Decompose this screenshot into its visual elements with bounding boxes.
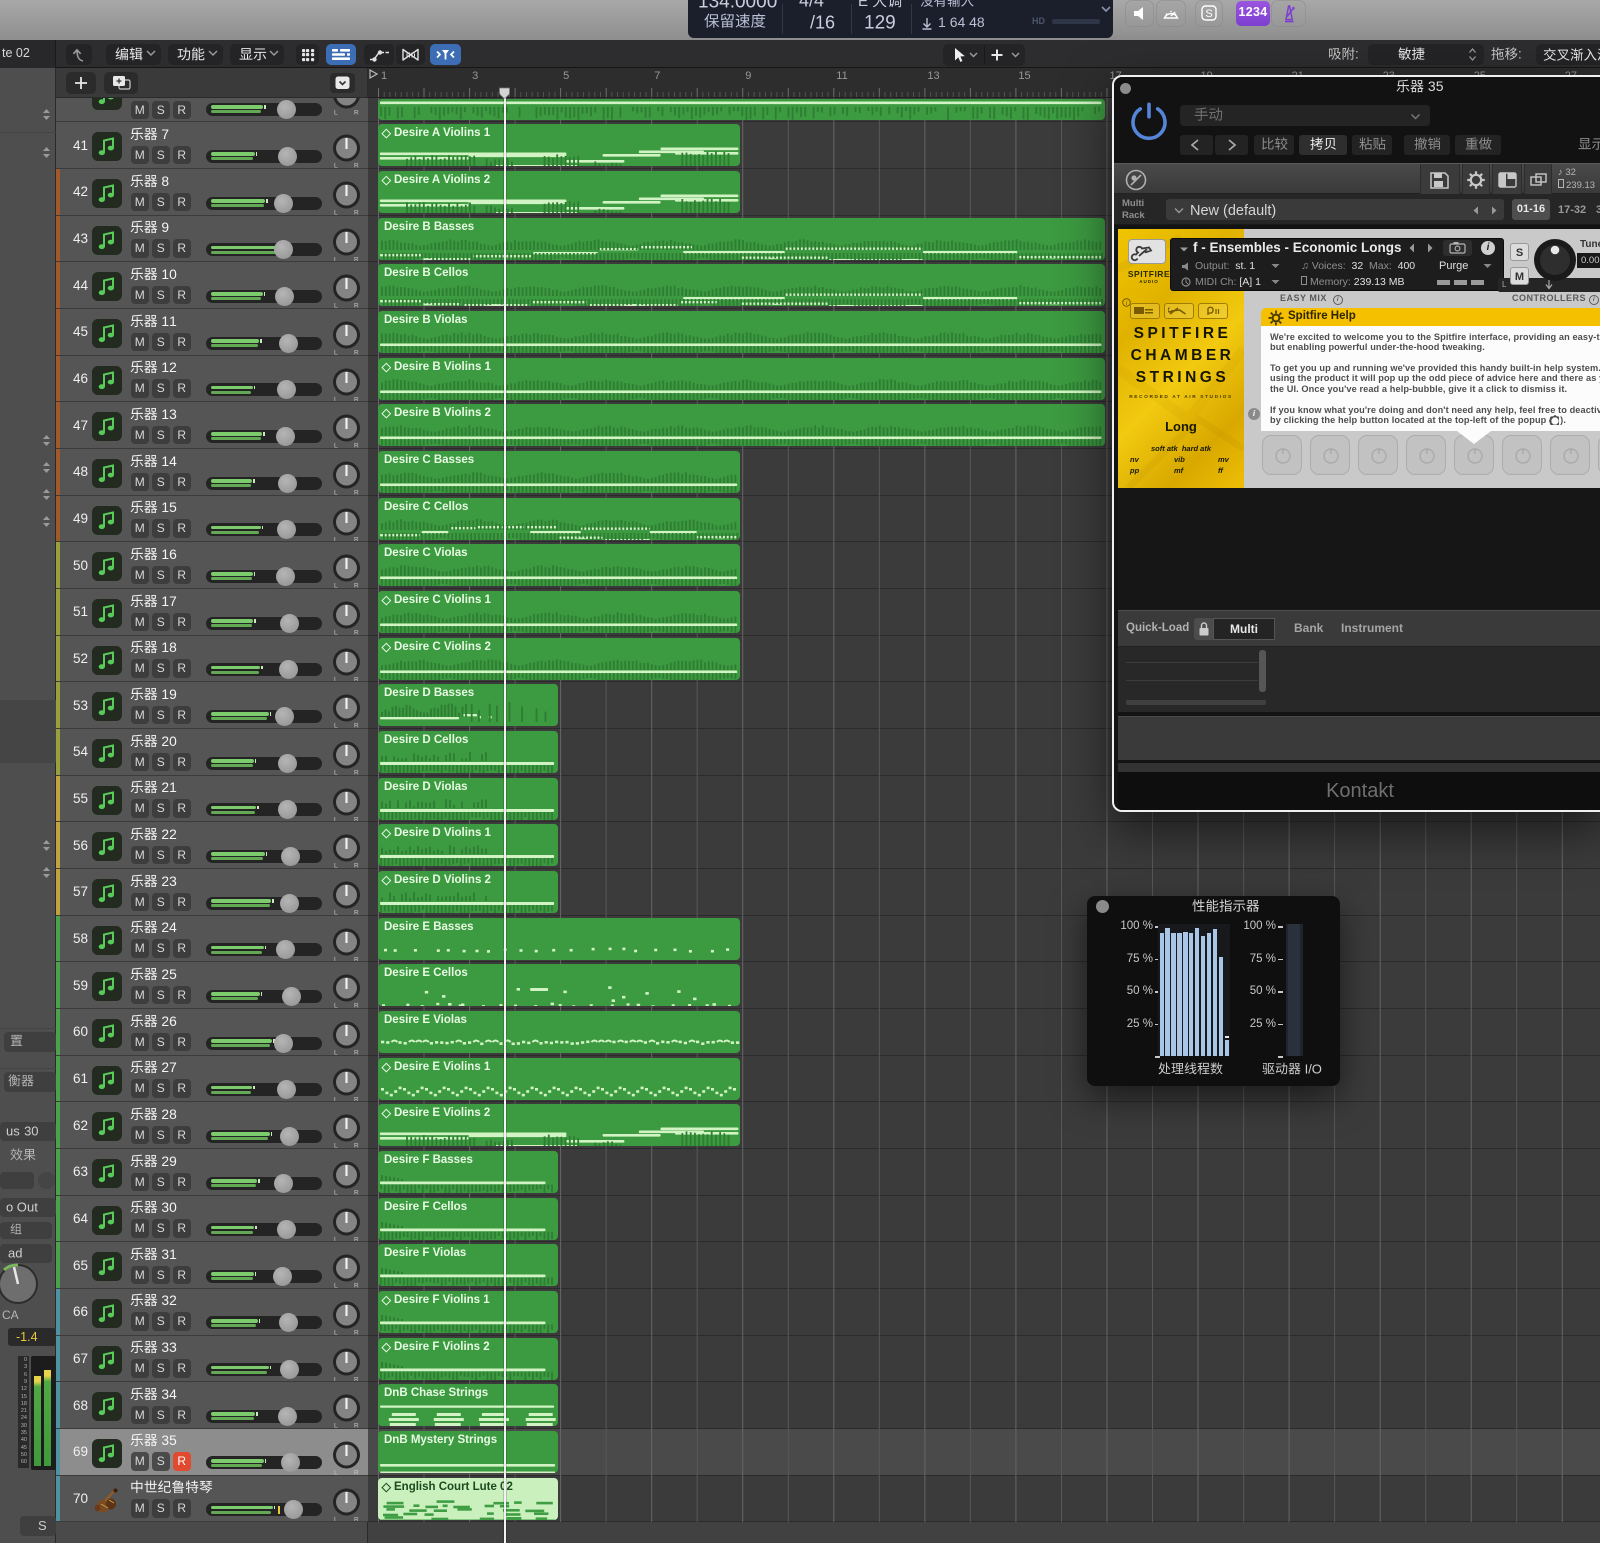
svg-text:4: 4 [799, 0, 809, 11]
svg-text:2: 2 [169, 1293, 177, 1308]
svg-text:1: 1 [698, 0, 709, 13]
svg-text:1: 1 [161, 500, 169, 515]
svg-text:6: 6 [950, 14, 958, 30]
svg-text:S: S [1205, 8, 1212, 20]
svg-text:0: 0 [31, 1123, 38, 1138]
svg-text:1: 1 [161, 314, 169, 329]
svg-text:R: R [354, 110, 359, 117]
svg-text:9: 9 [169, 687, 177, 702]
svg-text:L: L [334, 110, 338, 117]
svg-text:3: 3 [169, 407, 177, 422]
svg-text:0: 0 [767, 0, 778, 13]
svg-text:1: 1 [864, 13, 875, 34]
svg-text:1: 1 [169, 780, 177, 795]
svg-text:2: 2 [161, 874, 169, 889]
svg-text:O: O [1312, 1061, 1322, 1076]
svg-text:7: 7 [161, 127, 169, 142]
svg-text:0: 0 [169, 267, 177, 282]
svg-text:3: 3 [169, 1340, 177, 1355]
svg-text:2: 2 [169, 827, 177, 842]
svg-text:1: 1 [169, 1247, 177, 1262]
svg-text:t: t [34, 1199, 38, 1214]
svg-text:2: 2 [161, 1060, 169, 1075]
svg-text:0: 0 [756, 0, 767, 13]
svg-text:8: 8 [161, 174, 169, 189]
svg-text:4: 4 [169, 454, 177, 469]
svg-text:s: s [13, 1123, 20, 1138]
svg-text:1: 1 [161, 547, 169, 562]
svg-text:8: 8 [169, 640, 177, 655]
svg-text:1: 1 [161, 407, 169, 422]
svg-text:0: 0 [735, 0, 746, 13]
svg-text:1: 1 [161, 687, 169, 702]
svg-text:4: 4 [969, 14, 977, 30]
svg-text:0: 0 [169, 734, 177, 749]
svg-text:3: 3 [709, 0, 720, 13]
svg-text:7: 7 [169, 1060, 177, 1075]
svg-text:2: 2 [161, 967, 169, 982]
svg-text:6: 6 [169, 547, 177, 562]
svg-text:2: 2 [161, 827, 169, 842]
svg-text:2: 2 [161, 1014, 169, 1029]
svg-text:0: 0 [169, 1200, 177, 1215]
svg-text:4: 4 [169, 1387, 177, 1402]
svg-text:O: O [17, 1199, 27, 1214]
svg-text:u: u [6, 1123, 13, 1138]
svg-text:1: 1 [815, 13, 825, 33]
svg-text:9: 9 [885, 13, 896, 34]
svg-text:1: 1 [169, 314, 177, 329]
svg-text:2: 2 [169, 360, 177, 375]
svg-text:1: 1 [161, 640, 169, 655]
svg-text:E: E [858, 0, 868, 10]
svg-text:0: 0 [746, 0, 757, 13]
svg-text::: : [1518, 47, 1522, 62]
svg-text:d: d [15, 1245, 22, 1260]
svg-text:2: 2 [875, 13, 886, 34]
svg-text:4: 4 [169, 920, 177, 935]
svg-text:4: 4 [719, 0, 730, 13]
svg-text:5: 5 [169, 967, 177, 982]
svg-text:6: 6 [169, 1014, 177, 1029]
svg-text:2: 2 [161, 1107, 169, 1122]
svg-text:8: 8 [977, 14, 985, 30]
svg-text:5: 5 [169, 500, 177, 515]
svg-text:7: 7 [169, 594, 177, 609]
svg-text:2: 2 [161, 920, 169, 935]
svg-text:3: 3 [24, 1123, 31, 1138]
svg-text:o: o [6, 1199, 13, 1214]
svg-text:9: 9 [169, 1154, 177, 1169]
svg-text:4: 4 [958, 14, 966, 30]
svg-text:3: 3 [1428, 78, 1436, 94]
svg-text:4: 4 [814, 0, 824, 11]
svg-text::: : [1355, 47, 1359, 62]
svg-text:u: u [27, 1199, 34, 1214]
svg-text:2: 2 [161, 734, 169, 749]
svg-text:2: 2 [161, 1154, 169, 1169]
svg-text:2: 2 [161, 780, 169, 795]
svg-text:1: 1 [161, 360, 169, 375]
svg-text:5: 5 [169, 1433, 177, 1448]
svg-text:1: 1 [161, 267, 169, 282]
svg-text:5: 5 [1436, 78, 1444, 94]
svg-text:1: 1 [161, 594, 169, 609]
svg-text:9: 9 [161, 220, 169, 235]
svg-text:6: 6 [825, 13, 835, 33]
svg-text:8: 8 [169, 1107, 177, 1122]
svg-text:1: 1 [938, 14, 946, 30]
svg-text:3: 3 [169, 874, 177, 889]
svg-text:1: 1 [161, 454, 169, 469]
